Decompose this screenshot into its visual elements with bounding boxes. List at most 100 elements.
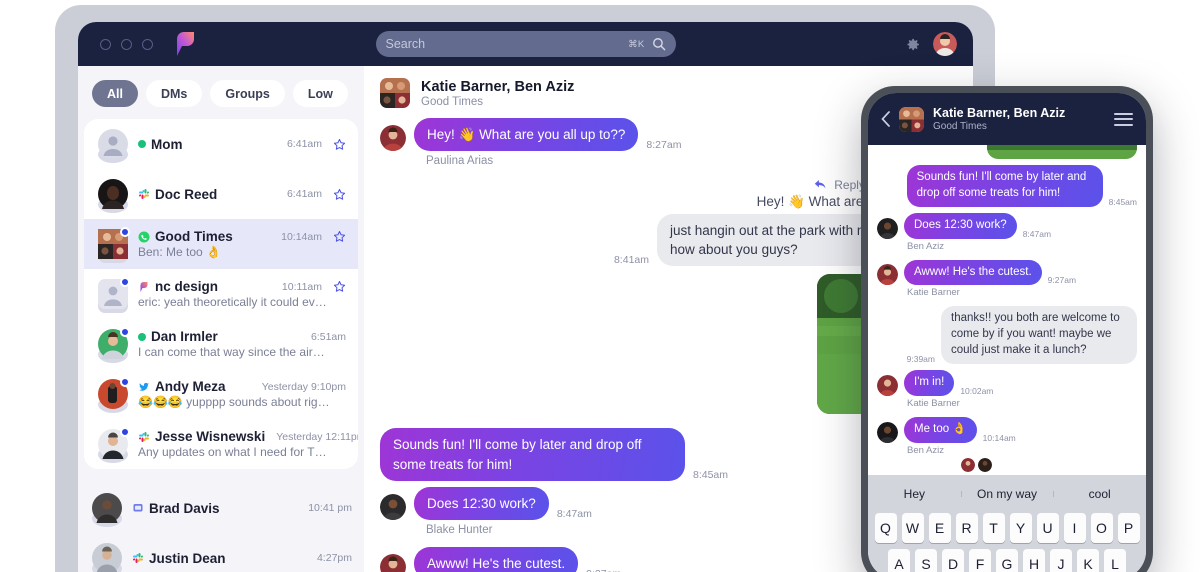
desktop-window: ⌘K <box>78 22 973 572</box>
conversation-item-mom[interactable]: Mom 6:41am <box>84 119 358 169</box>
key-w[interactable]: W <box>901 513 924 543</box>
chevron-left-icon[interactable] <box>881 111 890 127</box>
conversation-time: 6:41am <box>286 188 322 200</box>
conversation-item-jesse-wisnewski[interactable]: Jesse Wisnewski Yesterday 12:11pm Any up… <box>84 419 358 469</box>
search-shortcut-hint: ⌘K <box>628 38 645 50</box>
key-g[interactable]: G <box>996 549 1018 572</box>
conversation-body: Andy Meza Yesterday 9:10pm 😂😂😂 yupppp so… <box>138 379 346 409</box>
conversation-list-secondary: Brad Davis 10:41 pm Justin Dean 4:27pm <box>78 483 364 572</box>
star-icon[interactable] <box>333 230 346 243</box>
close-window-button[interactable] <box>100 38 111 50</box>
conversation-header: Dan Irmler 6:51am <box>138 329 346 344</box>
app-source-icon <box>140 281 148 292</box>
key-e[interactable]: E <box>928 513 951 543</box>
message-bubble[interactable]: Hey! 👋 What are you all up to?? <box>414 118 639 152</box>
reaction-avatar <box>978 457 992 472</box>
key-s[interactable]: S <box>915 549 937 572</box>
message-bubble[interactable]: I'm in! <box>904 370 955 396</box>
message-bubble[interactable]: Does 12:30 work? <box>904 212 1017 239</box>
avatar-placeholder-icon <box>98 129 128 163</box>
conversation-preview: Any updates on what I need for The Gen… <box>138 445 330 459</box>
message-bubble[interactable]: thanks!! you both are welcome to come by… <box>941 306 1137 365</box>
whatsapp-icon <box>138 231 150 242</box>
message-bubble[interactable]: Sounds fun! I'll come by later and drop … <box>906 165 1103 207</box>
avatar-photo <box>98 329 128 363</box>
filter-chip-dms[interactable]: DMs <box>145 80 203 107</box>
key-y[interactable]: Y <box>1009 513 1032 543</box>
conversation-time: 6:41am <box>286 138 322 150</box>
message-bubble[interactable]: Me too 👌 <box>904 416 977 443</box>
filter-chip-groups[interactable]: Groups <box>210 80 285 107</box>
conversation-name: Dan Irmler <box>151 329 218 344</box>
message-time: 8:41am <box>613 254 649 267</box>
phone-header-text: Katie Barner, Ben Aziz Good Times <box>933 106 1065 132</box>
screenshot-root: ⌘K <box>0 0 1200 572</box>
key-r[interactable]: R <box>955 513 978 543</box>
message-bubble[interactable]: Awww! He's the cutest. <box>904 259 1042 286</box>
conversation-item-andy-meza[interactable]: Andy Meza Yesterday 9:10pm 😂😂😂 yupppp so… <box>84 369 358 419</box>
unread-badge <box>120 377 130 387</box>
message-time: 8:45am <box>693 468 729 481</box>
search-input[interactable] <box>385 37 629 51</box>
gear-icon[interactable] <box>904 36 921 53</box>
keyboard-row-1: Q W E R T Y U I O P <box>868 513 1146 543</box>
conversation-preview: eric: yeah theoretically it could even s… <box>138 295 330 309</box>
key-t[interactable]: T <box>982 513 1005 543</box>
avatar <box>98 179 128 213</box>
conversation-item-brad-davis[interactable]: Brad Davis 10:41 pm <box>78 483 364 533</box>
conversation-item-good-times[interactable]: Good Times 10:14am Ben: Me too 👌 <box>84 219 358 269</box>
hamburger-icon[interactable] <box>1114 112 1133 126</box>
filter-chip-all[interactable]: All <box>92 80 138 107</box>
conversation-preview: 😂😂😂 yupppp sounds about right! <box>138 395 330 409</box>
phone-chat-header: Katie Barner, Ben Aziz Good Times <box>868 93 1146 145</box>
conversation-time: Yesterday 12:11pm <box>276 430 358 443</box>
suggestion-2[interactable]: On my way <box>960 487 1054 501</box>
message-time: 10:14am <box>982 432 1016 443</box>
phone-mockup: Katie Barner, Ben Aziz Good Times Sounds… <box>861 86 1153 572</box>
key-h[interactable]: H <box>1023 549 1045 572</box>
traffic-light-buttons[interactable] <box>100 38 153 50</box>
message-bubble[interactable]: Sounds fun! I'll come by later and drop … <box>380 428 685 481</box>
message-row: Does 12:30 work? 8:47am <box>877 212 1137 239</box>
filter-chip-low[interactable]: Low <box>292 80 348 107</box>
global-search[interactable]: ⌘K <box>375 31 676 57</box>
message-photo-partial[interactable] <box>877 145 1137 159</box>
conversation-item-justin-dean[interactable]: Justin Dean 4:27pm <box>78 533 364 572</box>
avatar <box>380 125 406 152</box>
key-q[interactable]: Q <box>874 513 897 543</box>
keyboard-suggestions: Hey On my way cool <box>868 480 1146 507</box>
conversation-item-doc-reed[interactable]: Doc Reed 6:41am <box>84 169 358 219</box>
key-i[interactable]: I <box>1063 513 1086 543</box>
key-o[interactable]: O <box>1090 513 1113 543</box>
message-bubble[interactable]: Does 12:30 work? <box>414 486 549 520</box>
key-j[interactable]: J <box>1050 549 1072 572</box>
avatar-photo <box>98 429 128 463</box>
key-f[interactable]: F <box>969 549 991 572</box>
key-p[interactable]: P <box>1117 513 1140 543</box>
conversation-item-dan-irmler[interactable]: Dan Irmler 6:51am I can come that way si… <box>84 319 358 369</box>
message-time: 8:47am <box>1022 228 1052 239</box>
message-time: 10:02am <box>960 385 994 396</box>
key-l[interactable]: L <box>1104 549 1126 572</box>
avatar <box>98 427 130 463</box>
avatar <box>877 264 898 286</box>
conversation-item-nc-design[interactable]: nc design 10:11am eric: yeah theoretical… <box>84 269 358 319</box>
avatar[interactable] <box>933 32 957 56</box>
key-u[interactable]: U <box>1036 513 1059 543</box>
star-icon[interactable] <box>333 280 346 293</box>
message-time: 8:45am <box>1108 196 1137 207</box>
key-a[interactable]: A <box>888 549 910 572</box>
slack-icon <box>139 431 149 442</box>
star-icon[interactable] <box>333 188 346 201</box>
star-icon[interactable] <box>333 138 346 151</box>
message-bubble[interactable]: Awww! He's the cutest. <box>414 546 579 572</box>
maximize-window-button[interactable] <box>142 38 153 50</box>
key-k[interactable]: K <box>1077 549 1099 572</box>
phone-screen: Katie Barner, Ben Aziz Good Times Sounds… <box>868 93 1146 572</box>
message-reactions[interactable] <box>961 457 1137 472</box>
conversation-time: 6:51am <box>310 330 346 343</box>
suggestion-3[interactable]: cool <box>1053 487 1146 501</box>
key-d[interactable]: D <box>942 549 964 572</box>
minimize-window-button[interactable] <box>121 38 132 50</box>
suggestion-1[interactable]: Hey <box>868 487 961 501</box>
